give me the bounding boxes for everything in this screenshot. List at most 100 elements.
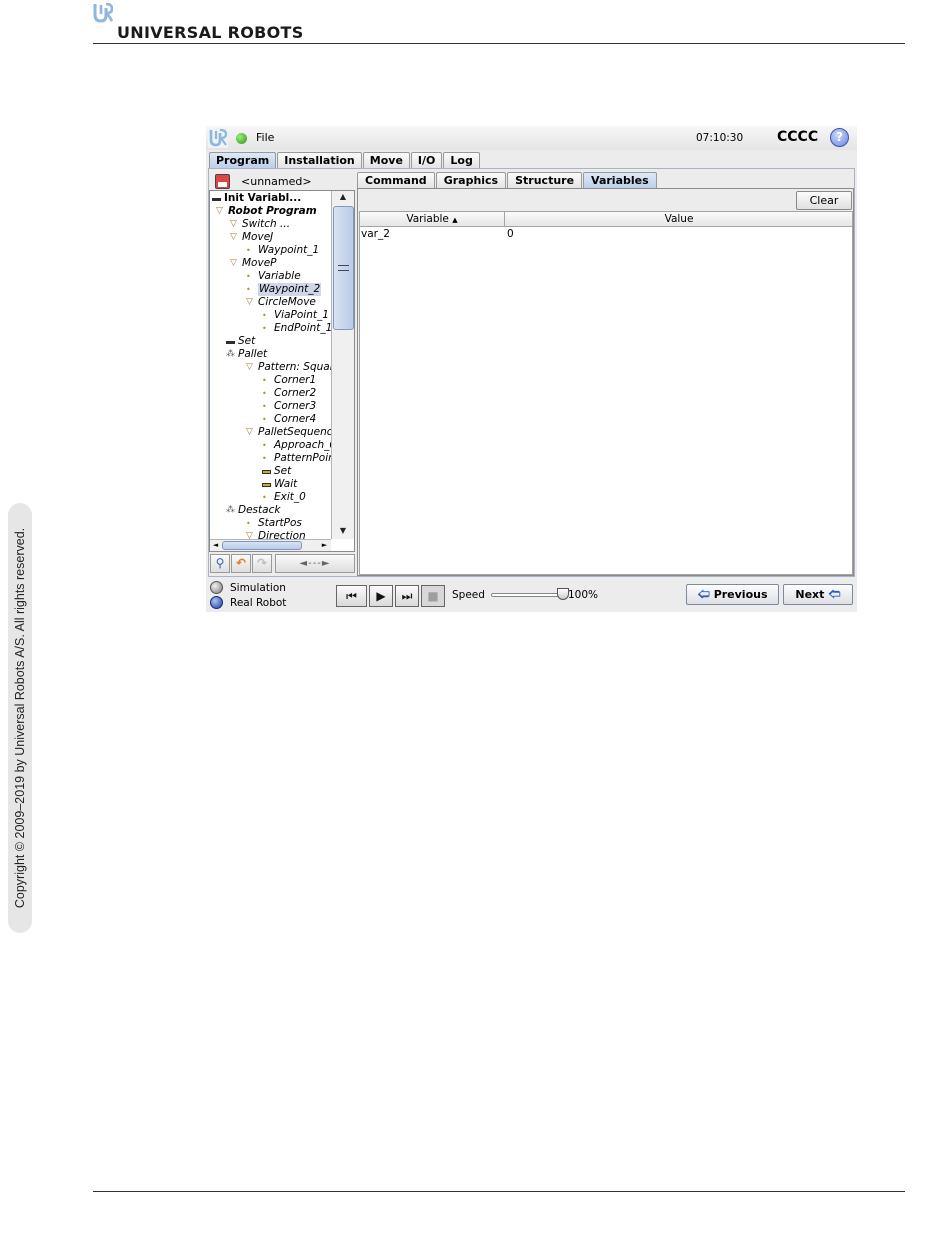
blue-orb-icon — [210, 596, 223, 609]
tab-installation[interactable]: Installation — [277, 152, 362, 169]
ur-logo-icon — [93, 3, 113, 23]
dot-icon: • — [262, 311, 267, 320]
tree-node-label: Waypoint_1 — [258, 244, 320, 256]
set-icon — [262, 478, 271, 491]
save-icon[interactable] — [215, 174, 230, 189]
play-icon: ▶ — [376, 589, 386, 603]
clock: 07:10:30 — [696, 132, 744, 144]
program-tree: Init Variabl... ▽ Robot Program ▽ Switch ...… — [209, 190, 355, 552]
cell-variable: var_2 — [361, 228, 390, 240]
bottom-bar: Simulation Real Robot ⏮ ▶ ⏭ ■ Speed 100%… — [206, 578, 857, 612]
mode-real-robot-label: Real Robot — [230, 597, 287, 609]
triangle-icon: ▽ — [230, 258, 237, 268]
left-arrow-icon: 🢠 — [697, 587, 710, 601]
pallet-icon: ⁂ — [226, 505, 235, 515]
tree-node-label: Approach_0 — [274, 439, 331, 451]
dash-icon — [212, 192, 221, 205]
tab-graphics[interactable]: Graphics — [435, 172, 507, 189]
tab-variables[interactable]: Variables — [583, 172, 657, 189]
mode-simulation-label: Simulation — [230, 582, 286, 594]
dot-icon: • — [246, 272, 251, 281]
scroll-down-icon[interactable]: ▼ — [332, 525, 354, 537]
scroll-right-icon[interactable]: ► — [319, 540, 330, 551]
tree-node-label: Init Variabl... — [224, 192, 302, 204]
tree-horizontal-scrollbar[interactable]: ◄ ► — [210, 539, 331, 551]
dot-icon: • — [262, 389, 267, 398]
undo-arrow-icon[interactable]: ↶ — [231, 554, 251, 573]
column-variable[interactable]: Variable ▲ — [360, 212, 505, 226]
triangle-icon: ▽ — [246, 427, 253, 437]
tree-scroll-thumb[interactable] — [333, 206, 354, 330]
variables-table: Variable ▲ Value var_2 0 — [359, 211, 853, 575]
next-button[interactable]: Next 🢢 — [783, 584, 853, 605]
brand-name: UNIVERSAL ROBOTS — [117, 23, 304, 42]
copyright-bar: Copyright © 2009–2019 by Universal Robot… — [8, 503, 32, 933]
copyright-text: Copyright © 2009–2019 by Universal Robot… — [13, 527, 27, 909]
tree-vertical-scrollbar[interactable]: ▲ ▼ — [331, 191, 354, 539]
tree-node-label: EndPoint_1 — [274, 322, 331, 334]
clear-button[interactable]: Clear — [796, 191, 852, 210]
title-bar: File 07:10:30 CCCC ? — [206, 126, 857, 150]
tree-node-label: Corner2 — [274, 387, 317, 399]
tree-node-label: PalletSequenc — [258, 426, 331, 438]
gray-orb-icon — [210, 581, 223, 594]
brand-logo: UNIVERSAL ROBOTS — [93, 3, 333, 42]
move-node-button[interactable]: ◄---► — [275, 554, 355, 573]
file-menu[interactable]: File — [256, 131, 274, 144]
tree-node-label: ViaPoint_1 — [274, 309, 329, 321]
variables-panel: Clear Variable ▲ Value var_2 0 — [357, 188, 854, 576]
dot-icon: • — [262, 454, 267, 463]
tree-node-label: Corner1 — [274, 374, 317, 386]
tree-node-label: Corner4 — [274, 413, 317, 425]
speed-value: 100% — [568, 589, 599, 601]
set-icon — [262, 465, 271, 478]
tree-node-label: Robot Program — [228, 205, 317, 217]
triangle-icon: ▽ — [230, 219, 237, 229]
program-header: <unnamed> — [209, 172, 354, 191]
main-tab-bar: Program Installation Move I/O Log — [209, 152, 481, 169]
footer-rule — [93, 1191, 905, 1192]
robot-name: CCCC — [777, 129, 819, 145]
polyscope-window: File 07:10:30 CCCC ? Program Installatio… — [206, 126, 857, 612]
speed-slider[interactable] — [491, 593, 563, 597]
previous-button[interactable]: 🢠 Previous — [686, 584, 779, 605]
tab-program[interactable]: Program — [209, 152, 277, 169]
tree-node-label: Pattern: Squar — [258, 361, 331, 373]
tree-toolbar: ⚲ ↶ ↷ ◄---► — [209, 554, 355, 574]
tree-hscroll-thumb[interactable] — [222, 541, 302, 550]
tab-log[interactable]: Log — [443, 152, 480, 169]
dot-icon: • — [246, 519, 251, 528]
triangle-icon: ▽ — [246, 362, 253, 372]
scroll-left-icon[interactable]: ◄ — [210, 540, 221, 551]
dash-icon — [226, 335, 235, 348]
magnifier-icon[interactable]: ⚲ — [210, 554, 230, 573]
tab-command[interactable]: Command — [357, 172, 435, 189]
scroll-up-icon[interactable]: ▲ — [332, 191, 354, 203]
step-button[interactable]: ⏭ — [395, 585, 419, 607]
column-value[interactable]: Value — [506, 212, 852, 226]
tab-io[interactable]: I/O — [410, 152, 443, 169]
play-button[interactable]: ▶ — [369, 585, 393, 607]
dot-icon: • — [262, 441, 267, 450]
next-label: Next — [795, 588, 825, 601]
triangle-icon: ▽ — [246, 531, 253, 539]
redo-arrow-icon[interactable]: ↷ — [252, 554, 272, 573]
table-row[interactable]: var_2 0 — [360, 227, 852, 241]
tab-move[interactable]: Move — [362, 152, 410, 169]
dot-icon: • — [262, 415, 267, 424]
stop-button[interactable]: ■ — [421, 585, 445, 607]
tree-node-label: Corner3 — [274, 400, 317, 412]
tree-node-label: Variable — [258, 270, 301, 282]
help-button[interactable]: ? — [830, 128, 849, 147]
right-arrow-icon: 🢢 — [828, 587, 841, 601]
tree-node-label: Waypoint_2 — [258, 283, 322, 296]
pallet-icon: ⁂ — [226, 349, 235, 359]
green-orb-icon[interactable] — [236, 133, 247, 144]
tree-node-label: Destack — [238, 504, 281, 516]
dot-icon: • — [262, 493, 267, 502]
rewind-icon: ⏮ — [346, 589, 357, 603]
program-tree-list: Init Variabl... ▽ Robot Program ▽ Switch ...… — [210, 191, 331, 539]
tab-structure[interactable]: Structure — [507, 172, 583, 189]
rewind-button[interactable]: ⏮ — [336, 585, 367, 607]
program-name: <unnamed> — [241, 175, 312, 188]
